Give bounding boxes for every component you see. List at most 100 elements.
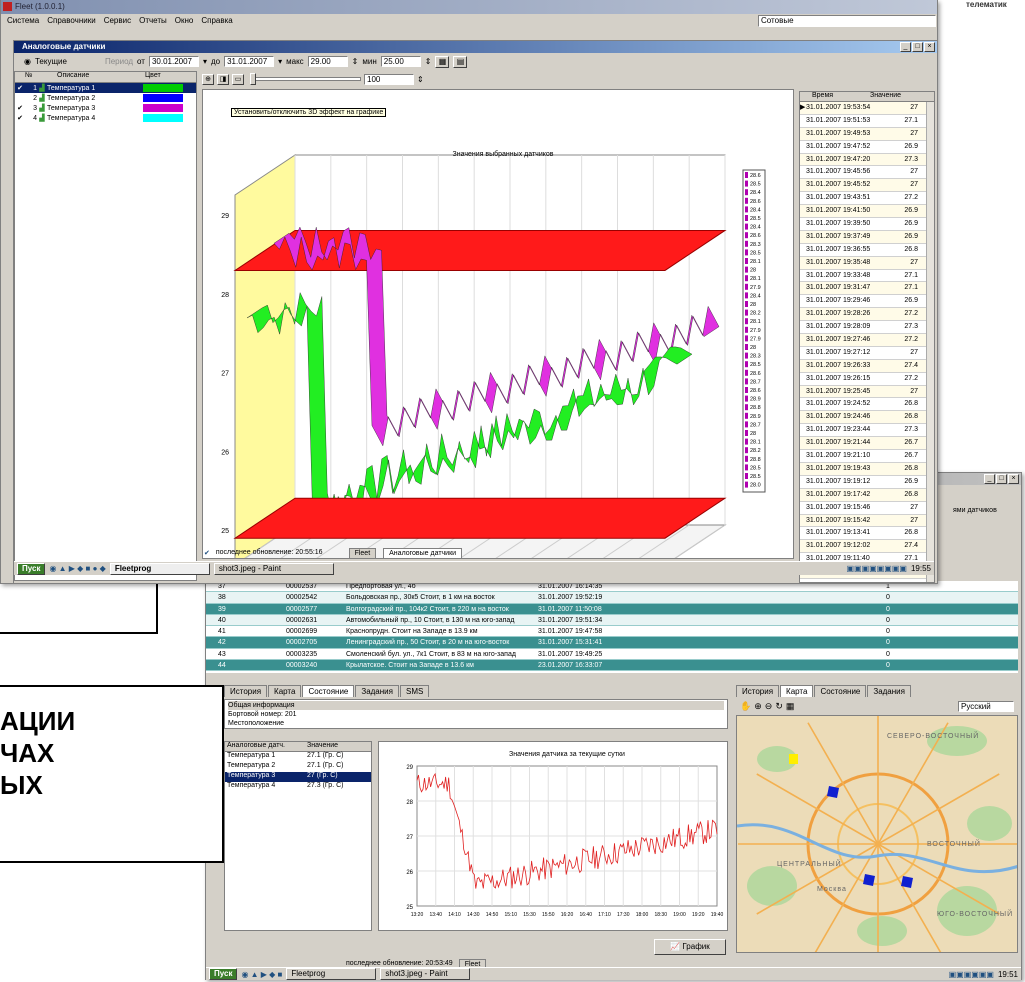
depth-slider-thumb[interactable] — [250, 73, 256, 85]
menu-item-5[interactable]: Справка — [201, 16, 232, 26]
value-time: 31.01.2007 19:24:52 — [806, 400, 871, 408]
close-icon[interactable]: × — [1008, 474, 1019, 484]
value-row: 31.01.2007 19:15:46 27 — [800, 501, 934, 515]
sensor-mini-row[interactable]: Температура 3 27 (Гр. С) — [225, 772, 371, 782]
sensor-color-swatch[interactable] — [143, 84, 183, 92]
to-date-field[interactable]: 31.01.2007 — [224, 56, 275, 67]
sub-maximize-icon[interactable]: □ — [912, 42, 923, 52]
zoom-chart-button[interactable]: ⊕ — [202, 73, 214, 85]
sub-close-icon[interactable]: × — [924, 42, 935, 52]
sensor-row[interactable]: ✔ 4 ▟ Температура 4 — [15, 113, 196, 123]
value-number: 26.9 — [904, 207, 918, 215]
menu-item-1[interactable]: Справочники — [47, 16, 95, 26]
map-language-select[interactable]: Русский — [958, 700, 1014, 712]
chart2-x-label: 16:40 — [579, 912, 592, 918]
legend-swatch — [745, 464, 748, 471]
map-layer-select[interactable]: Сотовые — [758, 15, 936, 27]
taskbar-fleetprog[interactable]: Fleetprog — [109, 562, 210, 575]
depth-slider[interactable] — [250, 73, 361, 85]
menu-item-0[interactable]: Система — [7, 16, 39, 26]
right-tab-1[interactable]: Карта — [780, 685, 814, 697]
sensor-row[interactable]: ✔ 1 ▟ Температура 1 — [15, 83, 196, 93]
sensor-checkbox[interactable]: ✔ — [15, 84, 25, 92]
to-date-dropdown-icon[interactable]: ▾ — [278, 57, 282, 66]
taskbar-fleetprog-2[interactable]: Fleetprog — [286, 968, 377, 980]
max-spinner-icon[interactable]: ⇕ — [352, 57, 359, 66]
chart-view-button[interactable]: ▦ — [435, 55, 450, 68]
vehicle-row[interactable]: 41 00002699 Краснопрудн. Стоит на Западе в… — [206, 626, 1018, 638]
start-button-2[interactable]: Пуск — [209, 968, 238, 980]
max-value-field[interactable]: 29.00 — [307, 56, 348, 67]
legend-value: 28.1 — [750, 259, 761, 265]
vehicle-row[interactable]: 44 00003240 Крылатское. Стоит на Западе в … — [206, 660, 1018, 672]
sensor-color-swatch[interactable] — [143, 104, 183, 112]
mode-radio-current[interactable]: ◉ — [24, 57, 31, 66]
taskbar-paint-2[interactable]: shot3.jpeg - Paint — [380, 968, 471, 980]
value-number: 26.9 — [904, 297, 918, 305]
vehicle-row[interactable]: 40 00002631 Автомобильный пр., 10 Стоит, в… — [206, 614, 1018, 627]
taskbar-paint[interactable]: shot3.jpeg - Paint — [213, 562, 334, 575]
left-tab-4[interactable]: SMS — [399, 685, 430, 697]
sensor-mini-row[interactable]: Температура 2 27.1 (Гр. С) — [225, 762, 371, 772]
sub-minimize-icon[interactable]: _ — [900, 42, 911, 52]
value-time: 31.01.2007 19:51:53 — [806, 116, 871, 124]
sensor-row[interactable]: 2 ▟ Температура 2 — [15, 93, 196, 103]
legend-swatch — [745, 369, 748, 376]
callout-line-3: ЫХ — [0, 770, 43, 800]
sensor-mini-row[interactable]: Температура 4 27.3 (Гр. С) — [225, 782, 371, 792]
depth-value-field[interactable]: 100 — [364, 73, 414, 85]
from-date-dropdown-icon[interactable]: ▾ — [203, 57, 207, 66]
left-tab-0[interactable]: История — [224, 685, 268, 697]
right-tab-2[interactable]: Состояние — [814, 685, 867, 697]
sensor-color-swatch[interactable] — [143, 114, 183, 122]
sensor-row[interactable]: ✔ 3 ▟ Температура 3 — [15, 103, 196, 113]
vehicle-row[interactable]: 42 00002705 Ленинградский пр., 50 Стоит, в… — [206, 637, 1018, 649]
maximize-icon[interactable]: □ — [996, 474, 1007, 484]
min-value-field[interactable]: 25.00 — [380, 56, 421, 67]
graph-button-label: График — [682, 942, 710, 951]
vehicle-marker[interactable] — [863, 874, 875, 886]
menu-item-3[interactable]: Отчеты — [139, 16, 167, 26]
table-view-button[interactable]: ▤ — [453, 55, 468, 68]
vehicle-row[interactable]: 43 00003235 Смоленский бул. ул., 7к1 Стоит… — [206, 648, 1018, 661]
min-spinner-icon[interactable]: ⇕ — [425, 57, 432, 66]
right-tab-3[interactable]: Задания — [867, 685, 911, 697]
layers-icon[interactable]: ▦ — [786, 701, 795, 712]
menu-item-2[interactable]: Сервис — [104, 16, 131, 26]
start-button[interactable]: Пуск — [17, 562, 46, 575]
sensor-checkbox[interactable]: ✔ — [15, 104, 25, 112]
toggle-3d-button[interactable]: ◨ — [217, 73, 229, 85]
left-tab-2[interactable]: Состояние — [302, 685, 355, 697]
minimize-icon[interactable]: _ — [984, 474, 995, 484]
status-tab-sensors[interactable]: Аналоговые датчики — [383, 547, 463, 558]
left-tab-1[interactable]: Карта — [268, 685, 302, 697]
status-tab-fleet[interactable]: Fleet — [348, 547, 377, 558]
right-tab-0[interactable]: История — [736, 685, 780, 697]
zoom-out-icon[interactable]: ⊖ — [765, 701, 773, 712]
refresh-status-icon: ✔ — [204, 549, 210, 557]
vehicle-row[interactable]: 38 00002542 Больдовская пр., 30к5 Стоит, в… — [206, 592, 1018, 604]
vehicle-address: Волгоградский пр., 104к2 Стоит, в 220 м … — [346, 605, 509, 613]
vehicle-row[interactable]: 39 00002577 Волгоградский пр., 104к2 Стоит… — [206, 603, 1018, 615]
left-tab-3[interactable]: Задания — [355, 685, 399, 697]
values-scrollbar[interactable] — [926, 102, 934, 582]
filter-toolbar: ◉ Текущие Период от 30.01.2007 ▾ до 31.0… — [14, 54, 937, 69]
vehicle-marker[interactable] — [827, 786, 839, 798]
sensor-mini-row[interactable]: Температура 1 27.1 (Гр. С) — [225, 752, 371, 762]
vehicle-marker-selected[interactable] — [789, 754, 798, 764]
from-date-field[interactable]: 30.01.2007 — [148, 56, 199, 67]
sensor-checkbox[interactable]: ✔ — [15, 114, 25, 122]
zoom-in-icon[interactable]: ⊕ — [754, 701, 762, 712]
graph-button[interactable]: 📈 График — [654, 939, 726, 955]
value-number: 26.9 — [904, 220, 918, 228]
menu-item-4[interactable]: Окно — [175, 16, 194, 26]
pan-icon[interactable]: ✋ — [740, 701, 751, 712]
copy-chart-button[interactable]: ▭ — [232, 73, 244, 85]
sensor-color-swatch[interactable] — [143, 94, 183, 102]
vehicle-marker[interactable] — [901, 876, 913, 888]
refresh-icon[interactable]: ↻ — [775, 701, 783, 712]
map-view[interactable]: СЕВЕРО-ВОСТОЧНЫЙ ВОСТОЧНЫЙ ЦЕНТРАЛЬНЫЙ ЮГО-… — [736, 715, 1018, 953]
depth-spinner-icon[interactable]: ⇕ — [417, 75, 424, 84]
legend-swatch — [745, 430, 748, 436]
chart-panel: Значения выбранных датчиков292827262513:… — [202, 89, 794, 579]
